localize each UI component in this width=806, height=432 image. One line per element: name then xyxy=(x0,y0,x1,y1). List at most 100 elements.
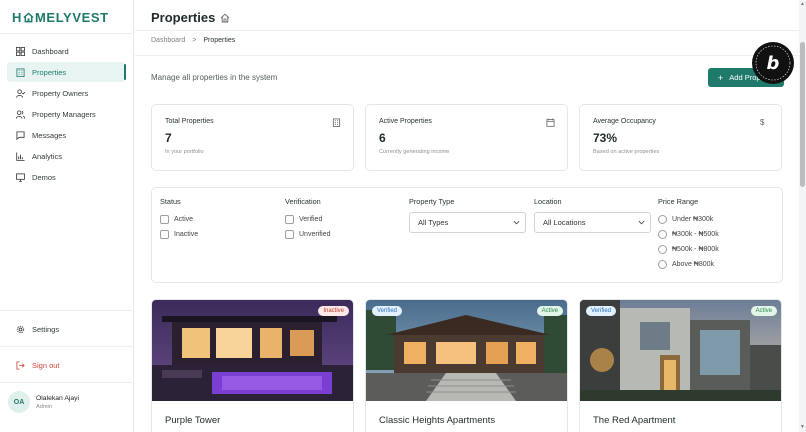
filter-title: Location xyxy=(534,197,562,206)
stat-card-occupancy: Average Occupancy 73% Based on active pr… xyxy=(579,104,782,171)
property-card[interactable]: Verified Active Classic Heights Apartmen… xyxy=(365,299,568,432)
filter-panel: Status Active Inactive Verification Veri… xyxy=(151,187,783,283)
select-value: All Locations xyxy=(543,218,586,227)
sidebar-item-dashboard[interactable]: Dashboard xyxy=(7,41,126,61)
sign-out-label: Sign out xyxy=(32,360,60,370)
stat-card-active: Active Properties 6 Currently generating… xyxy=(365,104,568,171)
property-image: Inactive xyxy=(152,300,353,401)
page-subtitle: Manage all properties in the system xyxy=(151,73,278,82)
filter-property-type: Property Type All Types xyxy=(409,197,526,233)
breadcrumb-divider xyxy=(135,55,799,56)
select-value: All Types xyxy=(418,218,449,227)
status-inactive-checkbox[interactable]: Inactive xyxy=(160,227,198,242)
sidebar-nav: Dashboard Properties Property Owners Pro… xyxy=(7,41,126,188)
filter-title: Verification xyxy=(285,197,321,206)
radio-label: ₦500k - ₦800k xyxy=(672,246,719,253)
radio-circle[interactable] xyxy=(658,260,667,269)
logo-text-right: MELYVEST xyxy=(35,10,109,25)
chevron-down-icon xyxy=(513,220,520,225)
stat-label: Active Properties xyxy=(379,118,432,125)
sidebar-item-property-managers[interactable]: Property Managers xyxy=(7,104,126,124)
price-radio-1[interactable]: Under ₦300k xyxy=(658,212,719,227)
sidebar-item-label: Property Managers xyxy=(32,109,96,119)
user-check-icon xyxy=(16,88,25,98)
stat-value: 6 xyxy=(379,131,386,145)
calendar-icon xyxy=(546,118,555,127)
logout-icon xyxy=(16,360,25,370)
checkbox-box[interactable] xyxy=(160,230,169,239)
checkbox-label: Inactive xyxy=(174,231,199,238)
sidebar-item-label: Messages xyxy=(32,130,67,140)
radio-circle[interactable] xyxy=(658,245,667,254)
sidebar-divider xyxy=(0,382,134,383)
users-icon xyxy=(16,109,25,119)
sidebar-item-label: Properties xyxy=(32,67,67,77)
bar-chart-icon xyxy=(16,151,25,161)
filter-title: Property Type xyxy=(409,197,455,206)
price-radio-2[interactable]: ₦300k - ₦500k xyxy=(658,227,719,242)
home-icon xyxy=(221,13,230,22)
house-logo-icon xyxy=(23,12,34,23)
main-content: Properties Dashboard > Properties Manage… xyxy=(135,0,799,432)
radio-circle[interactable] xyxy=(658,230,667,239)
sidebar-item-properties[interactable]: Properties xyxy=(7,62,126,82)
sidebar-signout: Sign out xyxy=(7,355,126,376)
page-title: Properties xyxy=(151,10,230,25)
sidebar-item-label: Analytics xyxy=(32,151,63,161)
property-card[interactable]: Inactive Purple Tower xyxy=(151,299,354,432)
stat-value: 73% xyxy=(593,131,618,145)
sidebar-item-messages[interactable]: Messages xyxy=(7,125,126,145)
property-type-select[interactable]: All Types xyxy=(409,212,526,233)
location-select[interactable]: All Locations xyxy=(534,212,651,233)
message-icon xyxy=(16,130,25,140)
unverified-checkbox[interactable]: Unverified xyxy=(285,227,331,242)
checkbox-box[interactable] xyxy=(160,215,169,224)
user-role: Admin xyxy=(36,403,52,410)
stat-sub: Currently generating income xyxy=(379,149,450,155)
filter-title: Status xyxy=(160,197,181,206)
dollar-icon: $ xyxy=(760,118,765,127)
scrollbar-thumb[interactable] xyxy=(800,42,805,187)
property-grid: Inactive Purple Tower Verified Active Cl… xyxy=(151,299,782,432)
stat-label: Average Occupancy xyxy=(593,118,656,125)
sidebar: H MELYVEST Dashboard Properties Property… xyxy=(0,0,134,432)
bolt-badge[interactable]: b xyxy=(752,42,794,84)
stat-card-total: Total Properties 7 In your portfolio xyxy=(151,104,354,171)
breadcrumb-current: Properties xyxy=(203,37,236,44)
scroll-down-icon[interactable]: ▼ xyxy=(800,424,805,430)
property-image: Verified Active xyxy=(580,300,781,401)
checkbox-box[interactable] xyxy=(285,215,294,224)
verified-checkbox[interactable]: Verified xyxy=(285,212,331,227)
breadcrumb-home[interactable]: Dashboard xyxy=(151,37,185,44)
radio-label: Under ₦300k xyxy=(672,216,714,223)
property-name: Classic Heights Apartments xyxy=(379,415,496,426)
property-image: Verified Active xyxy=(366,300,567,401)
price-radio-3[interactable]: ₦500k - ₦800k xyxy=(658,242,719,257)
sidebar-divider xyxy=(0,33,134,34)
filter-title: Price Range xyxy=(658,197,699,206)
property-name: The Red Apartment xyxy=(593,415,676,426)
sidebar-item-property-owners[interactable]: Property Owners xyxy=(7,83,126,103)
verified-badge: Verified xyxy=(372,306,403,316)
filter-status: Status Active Inactive xyxy=(160,197,198,242)
sidebar-item-label: Property Owners xyxy=(32,88,89,98)
radio-circle[interactable] xyxy=(658,215,667,224)
status-badge: Inactive xyxy=(318,306,349,316)
user-profile[interactable]: OA Olalekan Ajayi Admin xyxy=(8,391,79,413)
scroll-up-icon[interactable]: ▲ xyxy=(800,1,805,7)
sidebar-item-demos[interactable]: Demos xyxy=(7,167,126,187)
sign-out-button[interactable]: Sign out xyxy=(7,355,126,375)
brand-logo[interactable]: H MELYVEST xyxy=(12,10,109,25)
checkbox-label: Unverified xyxy=(299,231,331,238)
property-card[interactable]: Verified Active The Red Apartment xyxy=(579,299,782,432)
building-icon xyxy=(16,67,25,77)
user-name: Olalekan Ajayi xyxy=(36,394,80,402)
status-active-checkbox[interactable]: Active xyxy=(160,212,198,227)
price-radio-4[interactable]: Above ₦800k xyxy=(658,257,719,272)
sidebar-item-settings[interactable]: Settings xyxy=(7,319,126,339)
checkbox-box[interactable] xyxy=(285,230,294,239)
breadcrumb-separator: > xyxy=(192,37,197,44)
page-scrollbar[interactable]: ▲ ▼ xyxy=(799,0,806,432)
sidebar-item-analytics[interactable]: Analytics xyxy=(7,146,126,166)
building-icon xyxy=(332,118,341,127)
